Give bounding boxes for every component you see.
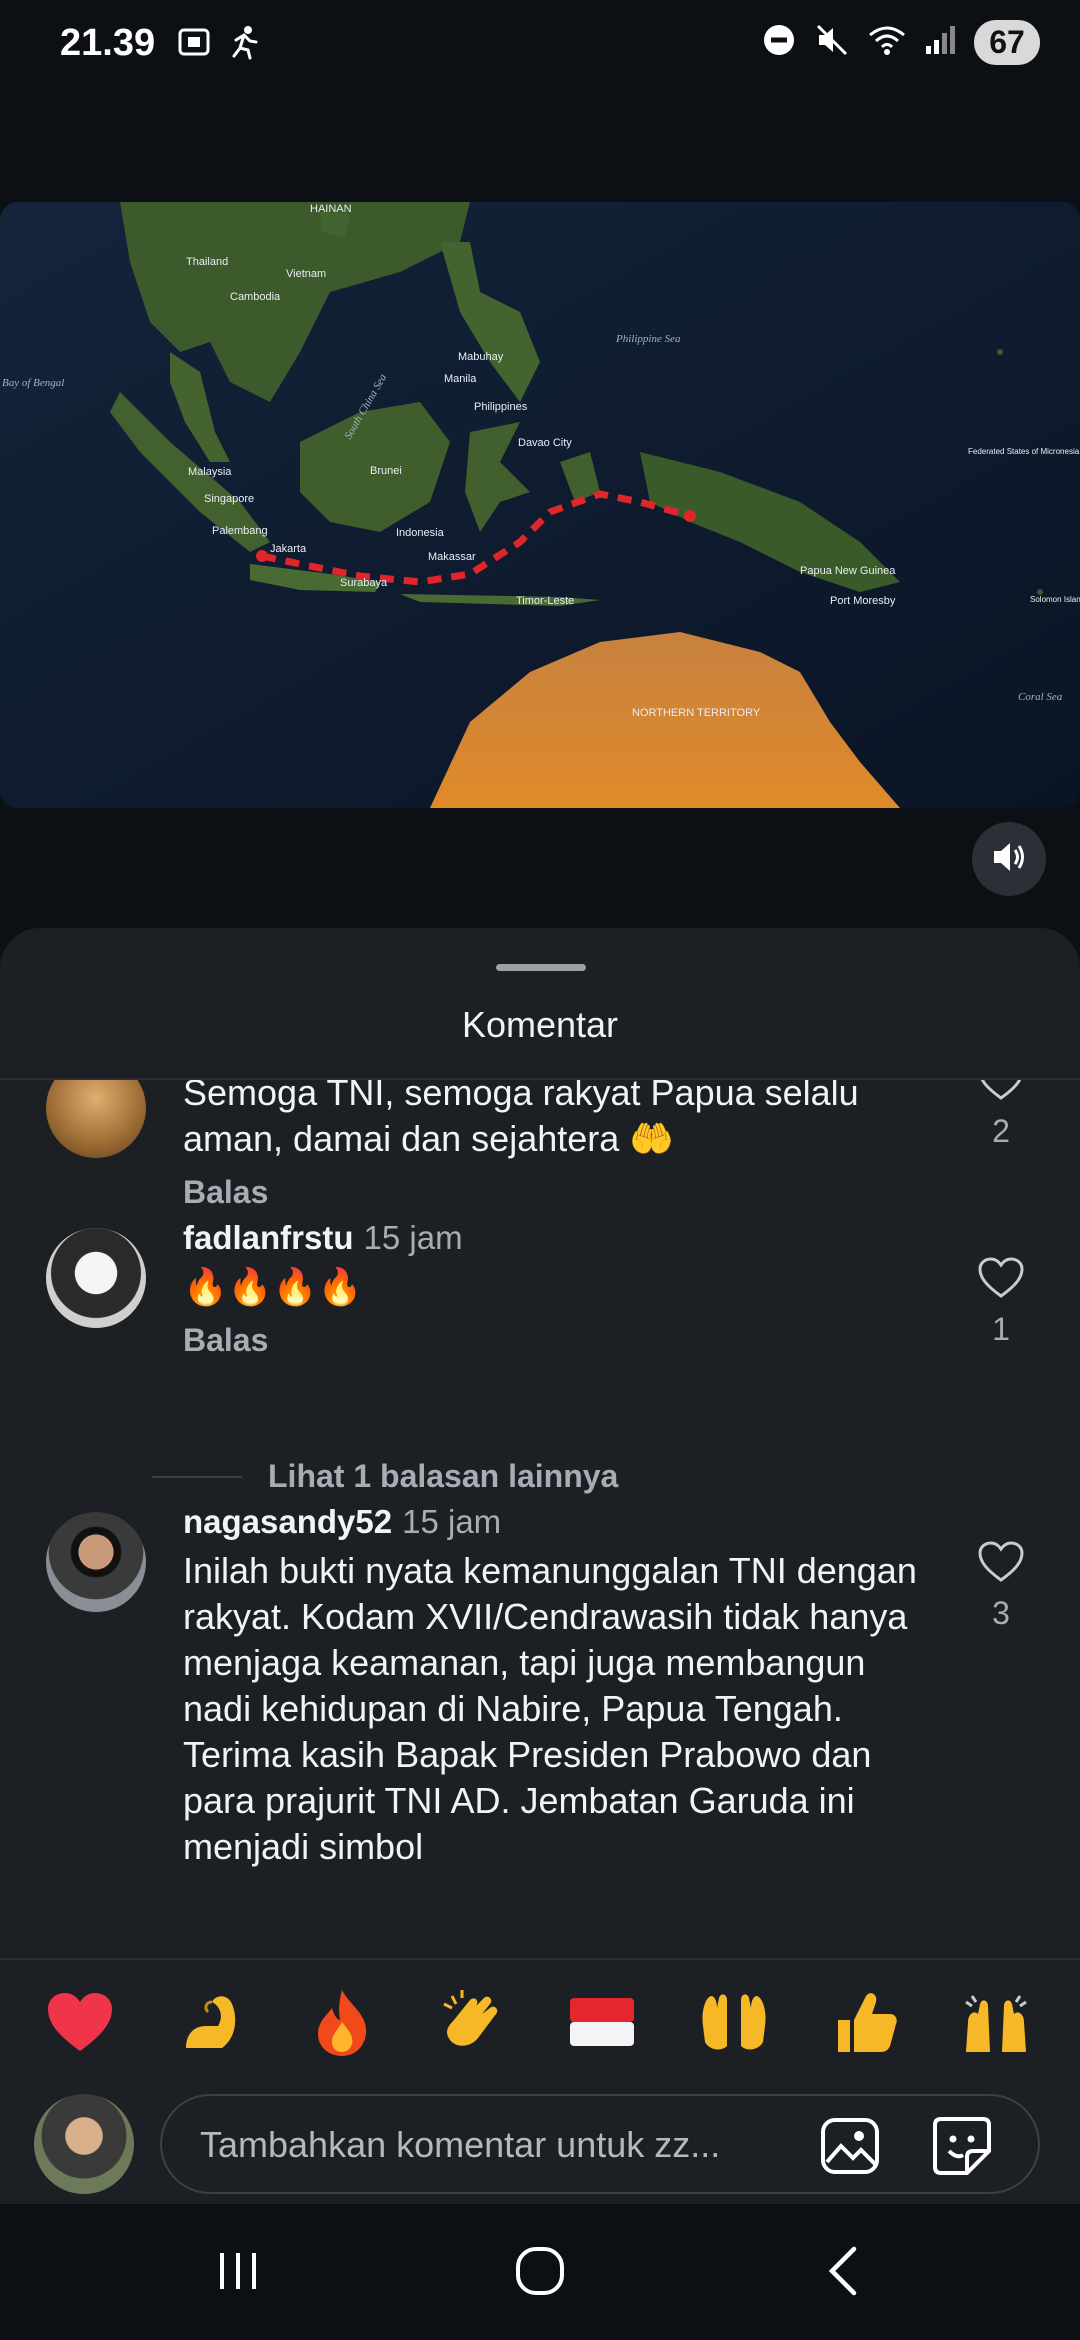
comment-time: 15 jam: [363, 1219, 463, 1256]
comment-body: fadlanfrstu 15 jam 🔥🔥🔥🔥 Balas: [183, 1216, 943, 1359]
route-start-marker: [256, 550, 268, 562]
like-group: 2: [970, 1080, 1032, 1150]
comment-header: nagasandy52 15 jam: [183, 1500, 943, 1544]
map-label-coral-sea: Coral Sea: [1018, 691, 1063, 703]
comment-body: nagasandy52 15 jam Inilah bukti nyata kem…: [183, 1500, 943, 1870]
sticker-icon[interactable]: [930, 2114, 994, 2178]
activity-icon: [226, 24, 262, 65]
map-label-surabaya: Surabaya: [340, 577, 388, 589]
emoji-thumbs-up-button[interactable]: [826, 1982, 906, 2062]
back-icon: [824, 2245, 864, 2302]
current-user-avatar[interactable]: [34, 2094, 134, 2194]
sheet-title: Komentar: [461, 1004, 619, 1045]
map-label-micronesia: Federated States of Micronesia: [968, 447, 1080, 456]
map-label-png: Papua New Guinea: [800, 565, 896, 577]
home-icon: [514, 2245, 566, 2302]
video-player[interactable]: HAINAN Thailand Vietnam Cambodia Malaysi…: [0, 202, 1080, 808]
dnd-icon: [762, 23, 796, 62]
map-label-philippines: Philippines: [474, 401, 528, 413]
recent-apps-icon: [214, 2249, 262, 2298]
like-group: 3: [970, 1540, 1032, 1632]
mute-icon: [814, 22, 850, 63]
map-label-davao: Davao City: [518, 437, 572, 449]
reply-button[interactable]: Balas: [183, 1322, 943, 1359]
map-label-brunei: Brunei: [370, 465, 402, 477]
map-label-singapore: Singapore: [204, 493, 254, 505]
comment-text: Inilah bukti nyata kemanunggalan TNI den…: [183, 1550, 917, 1867]
home-button[interactable]: [510, 2246, 570, 2298]
comment-list[interactable]: Semoga TNI, semoga rakyat Papua selalu a…: [0, 1080, 1080, 1888]
map-label-manila: Manila: [444, 373, 477, 385]
recent-apps-button[interactable]: [208, 2248, 268, 2298]
map-label-mabuhay: Mabuhay: [458, 351, 504, 363]
status-bar: 21.39 67: [0, 0, 1080, 90]
image-icon[interactable]: [818, 2114, 882, 2178]
map-label-jakarta: Jakarta: [270, 543, 307, 555]
avatar[interactable]: [46, 1228, 146, 1328]
emoji-heart-button[interactable]: [40, 1982, 120, 2062]
map-label-indonesia: Indonesia: [396, 527, 445, 539]
like-count: 1: [992, 1311, 1010, 1347]
map-label-palembang: Palembang: [212, 525, 268, 537]
emoji-quick-bar: [0, 1958, 1080, 2088]
emoji-palms-up-button[interactable]: [694, 1982, 774, 2062]
heart-icon[interactable]: [977, 1541, 1025, 1588]
map-label-port-moresby: Port Moresby: [830, 595, 896, 607]
wifi-icon: [868, 23, 906, 62]
screen: 21.39 67 HAINAN Thailand Vietnam Cambodi…: [0, 0, 1080, 2340]
comment-username[interactable]: nagasandy52: [183, 1503, 392, 1540]
system-nav-bar: [0, 2204, 1080, 2340]
divider: [152, 1475, 242, 1478]
comment-header: fadlanfrstu 15 jam: [183, 1216, 943, 1260]
volume-button[interactable]: [972, 822, 1046, 896]
avatar[interactable]: [46, 1080, 146, 1158]
emoji-fire-button[interactable]: [302, 1982, 382, 2062]
comment-text: 🔥🔥🔥🔥: [183, 1266, 363, 1307]
map-label-vietnam: Vietnam: [286, 268, 326, 280]
emoji-muscle-button[interactable]: [172, 1982, 252, 2062]
heart-icon[interactable]: [977, 1080, 1025, 1106]
status-right-icons: 67: [762, 20, 1040, 65]
avatar[interactable]: [46, 1512, 146, 1612]
comment-username[interactable]: fadlanfrstu: [183, 1219, 354, 1256]
map-label-thailand: Thailand: [186, 256, 228, 268]
map-label-malaysia: Malaysia: [188, 466, 232, 478]
sheet-drag-handle[interactable]: [496, 964, 586, 971]
like-count: 2: [992, 1113, 1010, 1149]
heart-icon[interactable]: [977, 1257, 1025, 1304]
reply-button[interactable]: Balas: [183, 1174, 943, 1211]
map-label-makassar: Makassar: [428, 551, 476, 563]
map-label-hainan: HAINAN: [310, 203, 352, 215]
emoji-indonesia-flag-button[interactable]: [562, 1982, 642, 2062]
like-count: 3: [992, 1595, 1010, 1631]
view-more-replies[interactable]: Lihat 1 balasan lainnya: [152, 1458, 618, 1495]
speaker-icon: [990, 838, 1028, 881]
status-left-icons: [176, 24, 262, 65]
signal-icon: [924, 24, 956, 61]
view-more-replies-label[interactable]: Lihat 1 balasan lainnya: [268, 1458, 618, 1495]
status-time: 21.39: [60, 22, 156, 64]
route-end-marker: [684, 510, 696, 522]
map-label-cambodia: Cambodia: [230, 291, 281, 303]
emoji-clap-button[interactable]: [432, 1982, 512, 2062]
screenshot-icon: [176, 24, 212, 65]
comment-body: Semoga TNI, semoga rakyat Papua selalu a…: [183, 1080, 943, 1211]
map-video-frame: HAINAN Thailand Vietnam Cambodia Malaysi…: [0, 202, 1080, 808]
back-button[interactable]: [814, 2246, 874, 2298]
comment-time: 15 jam: [402, 1503, 502, 1540]
map-label-philippine-sea: Philippine Sea: [615, 333, 681, 345]
like-group: 1: [970, 1256, 1032, 1348]
comment-input-row: Tambahkan komentar untuk zz...: [0, 2088, 1080, 2204]
comment-input-placeholder[interactable]: Tambahkan komentar untuk zz...: [200, 2124, 720, 2166]
emoji-raising-hands-button[interactable]: [956, 1982, 1036, 2062]
comment-text: Semoga TNI, semoga rakyat Papua selalu a…: [183, 1080, 859, 1159]
map-label-bay-bengal: Bay of Bengal: [2, 377, 64, 389]
map-label-timor-leste: Timor-Leste: [516, 595, 574, 607]
map-label-solomon: Solomon Islands: [1030, 595, 1080, 604]
map-label-northern-territory: NORTHERN TERRITORY: [632, 707, 761, 719]
comment-input[interactable]: Tambahkan komentar untuk zz...: [160, 2094, 1040, 2194]
battery-indicator: 67: [974, 20, 1040, 65]
